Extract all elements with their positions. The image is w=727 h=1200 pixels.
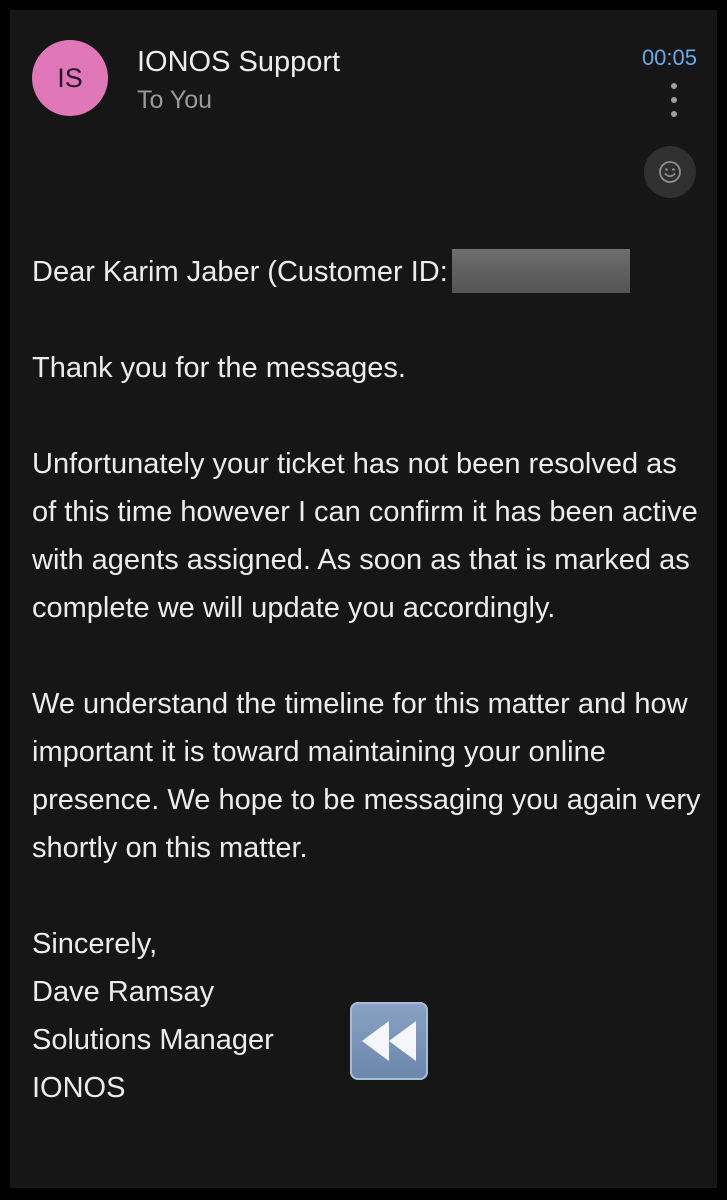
signature-closing: Sincerely, [32, 928, 158, 960]
more-vertical-icon-dot [671, 97, 677, 103]
add-reaction-button[interactable] [644, 146, 696, 198]
more-options-button[interactable] [660, 80, 688, 120]
redacted-customer-id [451, 249, 630, 293]
rewind-emoji-button[interactable] [350, 1002, 428, 1080]
paragraph-status: Unfortunately your ticket has not been r… [32, 448, 698, 624]
smiley-icon [659, 161, 681, 183]
message-body: Dear Karim Jaber (Customer ID: Thank you… [32, 248, 702, 1112]
fast-rewind-emoji-icon [362, 1021, 416, 1061]
sender-name[interactable]: IONOS Support [137, 46, 340, 79]
greeting-text: Dear Karim Jaber (Customer ID: [32, 256, 448, 288]
message-time: 00:05 [641, 45, 697, 70]
paragraph-thanks: Thank you for the messages. [32, 352, 406, 384]
recipient-label[interactable]: To You [137, 86, 212, 115]
more-vertical-icon-dot [671, 111, 677, 117]
paragraph-timeline: We understand the timeline for this matt… [32, 688, 701, 864]
more-vertical-icon [671, 83, 677, 89]
email-view: IS IONOS Support To You 00:05 Dear Karim… [10, 10, 717, 1188]
sender-avatar[interactable]: IS [32, 40, 108, 116]
greeting-line: Dear Karim Jaber (Customer ID: [32, 248, 702, 296]
screen: IS IONOS Support To You 00:05 Dear Karim… [0, 0, 727, 1200]
